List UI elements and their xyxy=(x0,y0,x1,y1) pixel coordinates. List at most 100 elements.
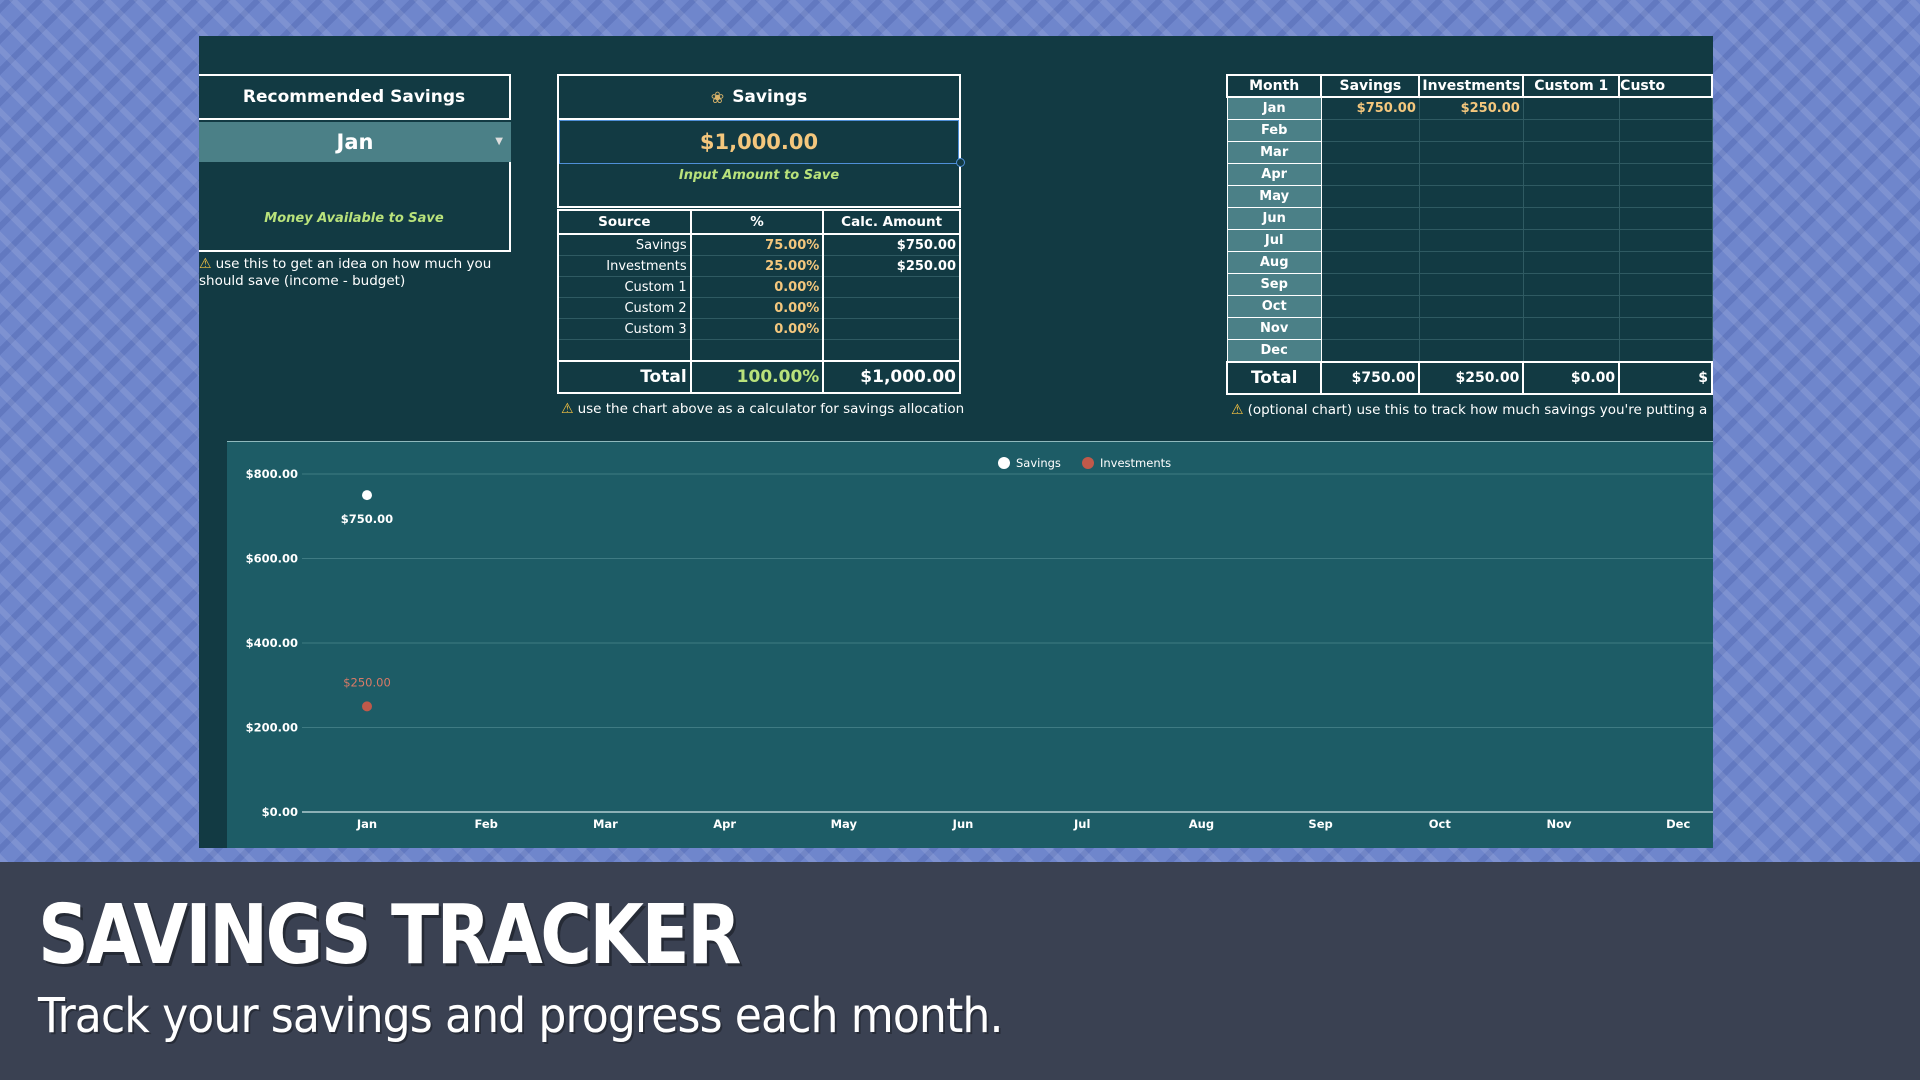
table-row: Custom 1 0.00% xyxy=(557,276,961,298)
custom2-cell[interactable] xyxy=(1619,141,1713,164)
savings-calc-title: Savings xyxy=(732,87,808,107)
investments-cell[interactable] xyxy=(1419,207,1524,230)
recommended-note: ⚠ use this to get an idea on how much you… xyxy=(199,256,519,290)
savings-chart[interactable]: $0.00 $200.00 $400.00 $600.00 $800.00 Jan Feb M… xyxy=(227,441,1713,848)
savings-cell[interactable] xyxy=(1321,163,1420,186)
savings-cell[interactable] xyxy=(1321,207,1420,230)
investments-cell[interactable] xyxy=(1419,163,1524,186)
total-row: Total 100.00% $1,000.00 xyxy=(557,360,961,394)
recommended-savings-header: Recommended Savings xyxy=(199,74,511,120)
savings-cell[interactable]: $750.00 xyxy=(1321,97,1420,120)
savings-cell[interactable] xyxy=(1321,295,1420,318)
custom2-cell[interactable] xyxy=(1619,273,1713,296)
source-cell[interactable]: Custom 1 xyxy=(557,276,692,298)
savings-cell[interactable] xyxy=(1321,141,1420,164)
investments-cell[interactable] xyxy=(1419,119,1524,142)
custom2-cell[interactable] xyxy=(1619,251,1713,274)
month-cell[interactable]: Sep xyxy=(1226,273,1322,296)
y-tick-label: $800.00 xyxy=(246,467,298,481)
custom1-cell[interactable] xyxy=(1523,251,1620,274)
savings-cell[interactable] xyxy=(1321,185,1420,208)
savings-calc-header: ❀ Savings xyxy=(557,74,961,120)
pct-cell[interactable]: 0.00% xyxy=(689,318,825,340)
table-row: Nov xyxy=(1226,317,1713,340)
x-tick-label: Jan xyxy=(356,817,377,831)
investments-cell[interactable] xyxy=(1419,273,1524,296)
custom1-cell[interactable] xyxy=(1523,317,1620,340)
custom2-cell[interactable] xyxy=(1619,295,1713,318)
month-cell[interactable]: Mar xyxy=(1226,141,1322,164)
source-cell[interactable]: Custom 2 xyxy=(557,297,692,319)
investments-cell[interactable] xyxy=(1419,141,1524,164)
pct-cell[interactable] xyxy=(689,339,825,362)
pct-cell[interactable]: 0.00% xyxy=(689,297,825,319)
table-row: Dec xyxy=(1226,339,1713,363)
investments-cell[interactable] xyxy=(1419,251,1524,274)
custom2-cell[interactable] xyxy=(1619,97,1713,120)
investments-cell[interactable]: $250.00 xyxy=(1419,97,1524,120)
custom1-cell[interactable] xyxy=(1523,295,1620,318)
data-label-investments: $250.00 xyxy=(343,675,391,689)
savings-cell[interactable] xyxy=(1321,229,1420,252)
month-cell[interactable]: Jun xyxy=(1226,207,1322,230)
custom2-cell[interactable] xyxy=(1619,207,1713,230)
investments-cell[interactable] xyxy=(1419,295,1524,318)
month-cell[interactable]: Jan xyxy=(1226,96,1322,120)
col-header-calc-amount: Calc. Amount xyxy=(822,209,961,235)
month-dropdown[interactable]: Jan ▼ xyxy=(199,122,511,162)
month-cell[interactable]: Oct xyxy=(1226,295,1322,318)
custom2-cell[interactable] xyxy=(1619,229,1713,252)
cell-resize-handle[interactable] xyxy=(956,158,965,167)
custom1-cell[interactable] xyxy=(1523,273,1620,296)
savings-cell[interactable] xyxy=(1321,339,1420,363)
custom1-cell[interactable] xyxy=(1523,163,1620,186)
savings-cell[interactable] xyxy=(1321,119,1420,142)
custom2-cell[interactable] xyxy=(1619,317,1713,340)
investments-cell[interactable] xyxy=(1419,339,1524,363)
month-cell[interactable]: Jul xyxy=(1226,229,1322,252)
monthly-total-row: Total $750.00 $250.00 $0.00 $ xyxy=(1225,361,1713,395)
source-cell[interactable] xyxy=(557,339,692,362)
source-cell[interactable]: Investments xyxy=(557,255,692,277)
custom1-cell[interactable] xyxy=(1523,229,1620,252)
savings-cell[interactable] xyxy=(1321,273,1420,296)
savings-cell[interactable] xyxy=(1321,317,1420,340)
month-dropdown-value: Jan xyxy=(336,130,374,154)
custom2-cell[interactable] xyxy=(1619,163,1713,186)
pct-cell[interactable]: 25.00% xyxy=(689,255,825,277)
custom2-cell[interactable] xyxy=(1619,339,1713,363)
custom2-cell[interactable] xyxy=(1619,119,1713,142)
source-cell[interactable]: Custom 3 xyxy=(557,318,692,340)
custom1-cell[interactable] xyxy=(1523,141,1620,164)
table-row: Oct xyxy=(1226,295,1713,318)
pct-cell[interactable]: 75.00% xyxy=(689,234,825,256)
custom1-cell[interactable] xyxy=(1523,185,1620,208)
col-header-month: Month xyxy=(1225,74,1323,98)
savings-cell[interactable] xyxy=(1321,251,1420,274)
chevron-down-icon[interactable]: ▼ xyxy=(495,136,503,147)
custom1-cell[interactable] xyxy=(1523,207,1620,230)
pct-cell[interactable]: 0.00% xyxy=(689,276,825,298)
legend-label-investments: Investments xyxy=(1100,456,1171,470)
month-cell[interactable]: May xyxy=(1226,185,1322,208)
source-cell[interactable]: Savings xyxy=(557,234,692,256)
investments-cell[interactable] xyxy=(1419,317,1524,340)
investments-cell[interactable] xyxy=(1419,229,1524,252)
col-header-source: Source xyxy=(557,209,692,235)
table-row: Savings 75.00% $750.00 xyxy=(557,234,961,256)
custom2-cell[interactable] xyxy=(1619,185,1713,208)
amount-to-save-input[interactable]: $1,000.00 xyxy=(559,120,959,164)
month-cell[interactable]: Dec xyxy=(1226,339,1322,363)
custom1-cell[interactable] xyxy=(1523,119,1620,142)
investments-cell[interactable] xyxy=(1419,185,1524,208)
monthly-total-custom1: $0.00 xyxy=(1522,361,1621,395)
monthly-tracker-table: Month Savings Investments Custom 1 Custo… xyxy=(1225,74,1713,395)
month-cell[interactable]: Aug xyxy=(1226,251,1322,274)
custom1-cell[interactable] xyxy=(1523,97,1620,120)
month-cell[interactable]: Feb xyxy=(1226,119,1322,142)
month-cell[interactable]: Apr xyxy=(1226,163,1322,186)
warning-icon: ⚠ xyxy=(1231,402,1244,418)
month-cell[interactable]: Nov xyxy=(1226,317,1322,340)
custom1-cell[interactable] xyxy=(1523,339,1620,363)
table-row: Aug xyxy=(1226,251,1713,274)
